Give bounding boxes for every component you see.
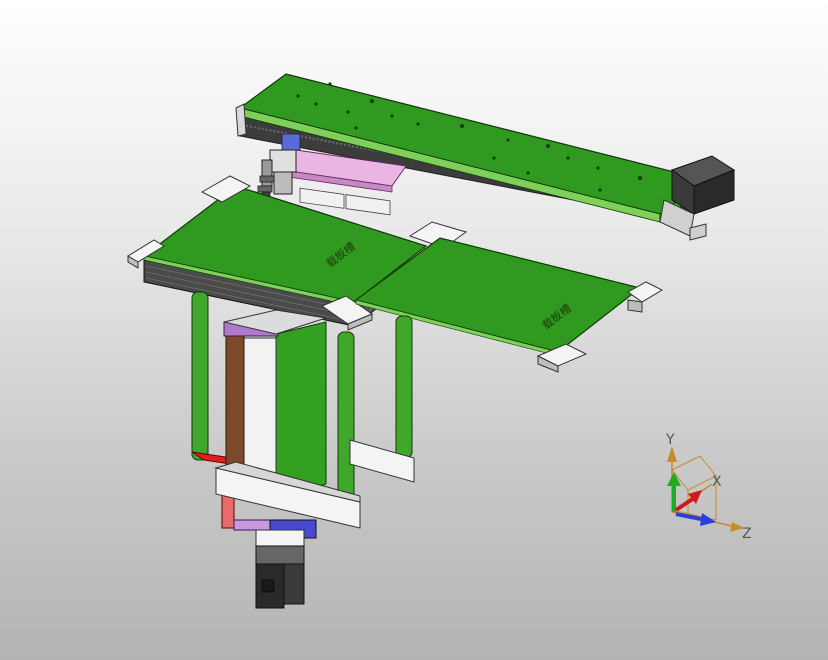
orientation-triad[interactable]: Y X Z (665, 432, 752, 542)
lift-column-green (275, 321, 327, 501)
lift-column-brown (225, 331, 245, 471)
support-pillar (395, 315, 413, 459)
corner-bracket (627, 281, 664, 303)
support-pillar (191, 291, 209, 461)
cad-viewport[interactable]: 载板槽 载板槽 Y X Z (0, 0, 828, 660)
bottom-stepper-motor[interactable] (255, 529, 305, 609)
top-rail-left-bracket (235, 103, 247, 137)
y-axis-arrow (667, 446, 677, 462)
x-axis-red (674, 496, 696, 512)
lift-frame[interactable] (191, 291, 415, 609)
assembly-model[interactable]: 载板槽 载板槽 Y X Z (0, 0, 828, 660)
x-axis-label: X (712, 474, 722, 490)
lift-column-white (241, 337, 277, 479)
y-axis-label: Y (665, 432, 675, 448)
support-pillar (337, 331, 355, 503)
lower-coupler (233, 519, 275, 531)
corner-bracket (627, 299, 643, 313)
z-axis-label: Z (742, 526, 752, 542)
